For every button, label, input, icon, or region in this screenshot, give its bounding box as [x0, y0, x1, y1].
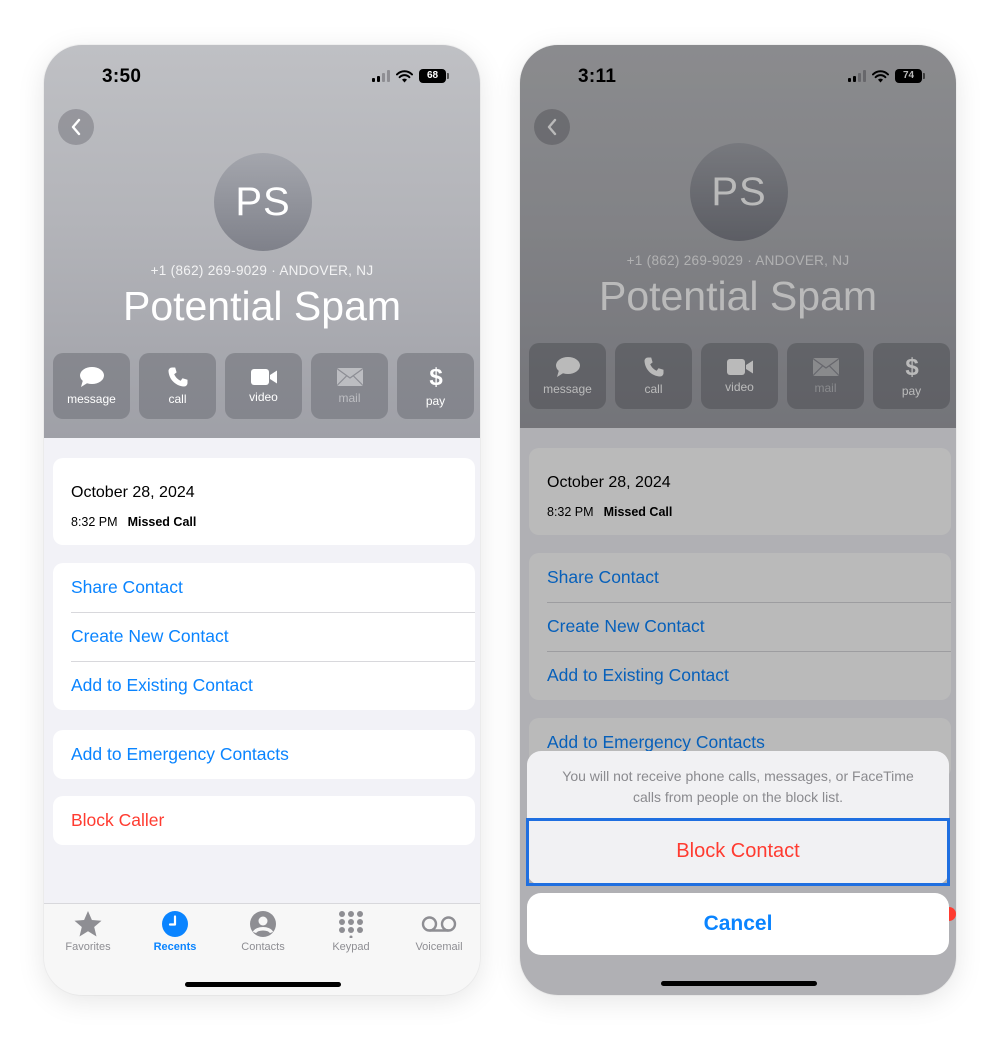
message-label: message [67, 392, 116, 406]
phone-screen-block-confirmation: 3:11 74 PS +1 (862) 269-9029 · ANDOVER, … [520, 45, 956, 995]
avatar: PS [214, 153, 312, 251]
home-indicator [185, 982, 341, 987]
tab-favorites[interactable]: Favorites [44, 908, 132, 953]
add-to-emergency-contacts-button[interactable]: Add to Emergency Contacts [53, 730, 475, 779]
chevron-left-icon [71, 118, 81, 136]
highlight-box [526, 818, 950, 886]
tab-contacts-label: Contacts [241, 941, 285, 953]
status-time: 3:50 [102, 66, 142, 87]
action-buttons: message call video mail $ pay [53, 353, 474, 419]
star-icon [74, 911, 102, 937]
block-card: Block Caller [53, 796, 475, 845]
share-contact-button[interactable]: Share Contact [53, 563, 475, 612]
mail-icon [336, 368, 363, 386]
battery-icon: 68 [419, 69, 449, 83]
voicemail-icon [421, 916, 457, 932]
caller-number-location: +1 (862) 269-9029 · ANDOVER, NJ [150, 263, 374, 278]
phone-screen-contact-details: 3:50 68 PS +1 (862) 269-9029 · ANDOVER, … [44, 45, 480, 995]
call-log-card: October 28, 2024 8:32 PM Missed Call [53, 458, 475, 545]
call-time-row: 8:32 PM Missed Call [71, 515, 196, 529]
tab-bar: Favorites Recents Contacts Keypad Voicem… [44, 903, 480, 995]
call-type: Missed Call [127, 515, 197, 529]
video-label: video [249, 390, 278, 404]
add-to-existing-contact-button[interactable]: Add to Existing Contact [53, 661, 475, 710]
tab-recents-label: Recents [153, 941, 197, 953]
call-button[interactable]: call [139, 353, 216, 419]
emergency-card: Add to Emergency Contacts [53, 730, 475, 779]
contact-header: 3:50 68 PS +1 (862) 269-9029 · ANDOVER, … [44, 45, 480, 438]
tab-recents[interactable]: Recents [131, 908, 219, 953]
status-icons: 68 [372, 69, 449, 83]
tab-keypad[interactable]: Keypad [307, 908, 395, 953]
message-icon [79, 367, 104, 387]
clock-icon [162, 911, 188, 937]
message-button[interactable]: message [53, 353, 130, 419]
person-icon [250, 911, 276, 937]
back-button[interactable] [58, 109, 94, 145]
call-label: call [168, 392, 187, 406]
block-caller-button[interactable]: Block Caller [53, 796, 475, 845]
contact-options-card: Share Contact Create New Contact Add to … [53, 563, 475, 710]
mail-button[interactable]: mail [311, 353, 388, 419]
mail-label: mail [338, 391, 361, 405]
phone-icon [168, 367, 187, 387]
call-time: 8:32 PM [71, 515, 118, 529]
keypad-icon [339, 911, 363, 938]
home-indicator [661, 981, 817, 986]
tab-voicemail-label: Voicemail [415, 941, 463, 953]
cellular-signal-icon [372, 70, 390, 82]
cancel-button[interactable]: Cancel [527, 893, 949, 955]
pay-label: pay [425, 394, 446, 408]
svg-text:$: $ [429, 364, 443, 390]
tab-voicemail[interactable]: Voicemail [395, 908, 480, 953]
tab-keypad-label: Keypad [332, 941, 370, 953]
wifi-icon [396, 69, 413, 82]
video-button[interactable]: video [225, 353, 302, 419]
tab-favorites-label: Favorites [65, 941, 111, 953]
video-icon [250, 369, 277, 385]
tab-contacts[interactable]: Contacts [219, 908, 307, 953]
create-new-contact-button[interactable]: Create New Contact [53, 612, 475, 661]
call-date: October 28, 2024 [71, 484, 195, 501]
pay-button[interactable]: $ pay [397, 353, 474, 419]
action-sheet-message: You will not receive phone calls, messag… [527, 751, 949, 818]
caller-name: Potential Spam [122, 283, 402, 329]
dollar-icon: $ [429, 364, 443, 390]
